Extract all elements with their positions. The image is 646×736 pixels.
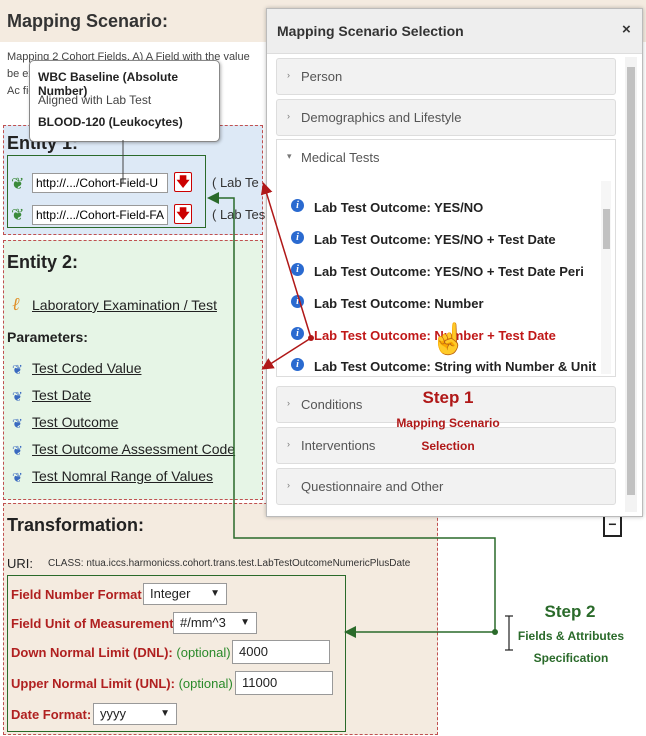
hand-cursor-icon: ☝: [430, 323, 468, 356]
annotation-arrows: [122, 140, 513, 651]
